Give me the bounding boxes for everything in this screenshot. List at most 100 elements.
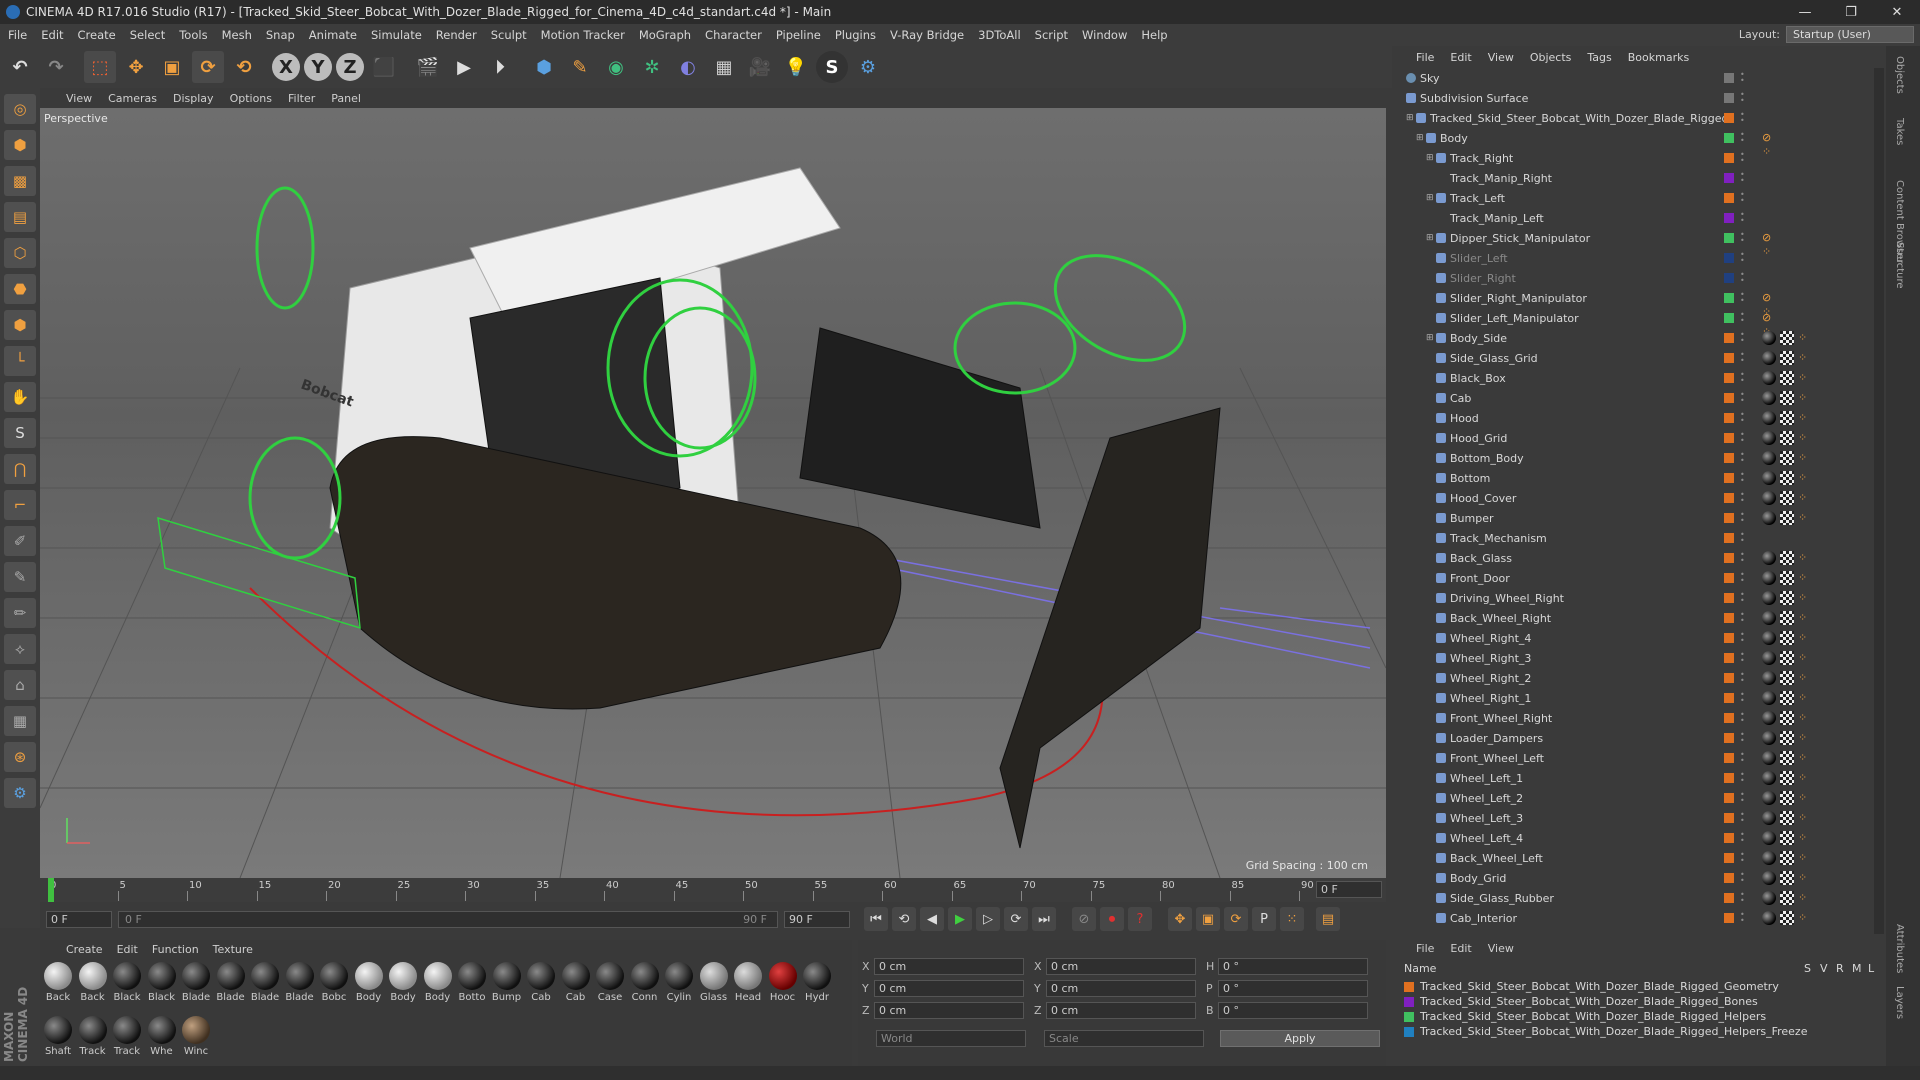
material-swatch[interactable]: Track: [77, 1016, 109, 1062]
viewport-menu-options[interactable]: Options: [230, 92, 272, 105]
layer-color-icon[interactable]: [1724, 573, 1734, 583]
material-tag-icon[interactable]: [1762, 851, 1776, 865]
selection-tag-icon[interactable]: ⁘: [1798, 811, 1812, 825]
visibility-dots-icon[interactable]: • •: [1740, 211, 1745, 225]
constraint-tag-icon[interactable]: ⊘ ⁘: [1762, 231, 1776, 258]
material-swatch[interactable]: Hooc: [767, 962, 799, 1008]
layer-color-icon[interactable]: [1724, 793, 1734, 803]
layer-color-icon[interactable]: [1724, 453, 1734, 463]
object-row[interactable]: Front_Wheel_Left • • ⁘: [1392, 748, 1886, 768]
texture-tag-icon[interactable]: [1780, 331, 1794, 345]
edges-mode-icon[interactable]: ⬣: [4, 274, 36, 304]
texture-tag-icon[interactable]: [1780, 791, 1794, 805]
material-tag-icon[interactable]: [1762, 891, 1776, 905]
coord-value-field[interactable]: 0 cm: [874, 980, 1024, 997]
texture-tag-icon[interactable]: [1780, 571, 1794, 585]
constraint-tag-icon[interactable]: ⊘ ⁘: [1762, 131, 1776, 158]
visibility-dots-icon[interactable]: • •: [1740, 711, 1745, 725]
object-row[interactable]: Bottom_Body • • ⁘: [1392, 448, 1886, 468]
menu-character[interactable]: Character: [705, 28, 762, 42]
layer-color-icon[interactable]: [1724, 233, 1734, 243]
visibility-dots-icon[interactable]: • •: [1740, 151, 1745, 165]
texture-tag-icon[interactable]: [1780, 491, 1794, 505]
redo-button[interactable]: ↷: [40, 51, 72, 83]
x-axis-button[interactable]: X: [272, 53, 300, 81]
material-swatch[interactable]: Blade: [180, 962, 212, 1008]
selection-tag-icon[interactable]: ⁘: [1798, 351, 1812, 365]
layer-color-icon[interactable]: [1724, 373, 1734, 383]
layer-color-icon[interactable]: [1724, 813, 1734, 823]
visibility-dots-icon[interactable]: • •: [1740, 691, 1745, 705]
selection-tag-icon[interactable]: ⁘: [1798, 411, 1812, 425]
layer-color-icon[interactable]: [1724, 193, 1734, 203]
timeline-ruler[interactable]: 051015202530354045505560657075808590 0 F: [40, 878, 1386, 902]
layer-color-icon[interactable]: [1724, 913, 1734, 923]
material-tag-icon[interactable]: [1762, 871, 1776, 885]
layer-row[interactable]: Tracked_Skid_Steer_Bobcat_With_Dozer_Bla…: [1404, 1010, 1766, 1023]
expand-icon[interactable]: ⊞: [1426, 193, 1436, 203]
menu-snap[interactable]: Snap: [266, 28, 295, 42]
coord-value-field[interactable]: 0 °: [1218, 958, 1368, 975]
go-to-end-button[interactable]: ⏭: [1032, 907, 1056, 931]
grid-icon[interactable]: ▦: [4, 706, 36, 736]
menu-animate[interactable]: Animate: [309, 28, 357, 42]
visibility-dots-icon[interactable]: • •: [1740, 811, 1745, 825]
object-row[interactable]: Sky • •: [1392, 68, 1886, 88]
material-swatch[interactable]: Winc: [180, 1016, 212, 1062]
coordinate-system-button[interactable]: ⬛: [368, 51, 400, 83]
material-tag-icon[interactable]: [1762, 571, 1776, 585]
texture-tag-icon[interactable]: [1780, 671, 1794, 685]
material-tag-icon[interactable]: [1762, 611, 1776, 625]
material-swatch[interactable]: Blade: [249, 962, 281, 1008]
object-row[interactable]: Side_Glass_Grid • • ⁘: [1392, 348, 1886, 368]
texture-tag-icon[interactable]: [1780, 551, 1794, 565]
layer-color-icon[interactable]: [1724, 833, 1734, 843]
visibility-dots-icon[interactable]: • •: [1740, 671, 1745, 685]
visibility-dots-icon[interactable]: • •: [1740, 231, 1745, 245]
layer-color-icon[interactable]: [1724, 553, 1734, 563]
workplane-icon[interactable]: ▤: [4, 202, 36, 232]
object-row[interactable]: Back_Wheel_Right • • ⁘: [1392, 608, 1886, 628]
material-swatch[interactable]: Black: [146, 962, 178, 1008]
texture-tag-icon[interactable]: [1780, 771, 1794, 785]
layer-color-icon[interactable]: [1724, 393, 1734, 403]
object-row[interactable]: Slider_Left • •: [1392, 248, 1886, 268]
menu-sculpt[interactable]: Sculpt: [491, 28, 527, 42]
layer-color-icon[interactable]: [1724, 633, 1734, 643]
material-swatch[interactable]: Track: [111, 1016, 143, 1062]
array-button[interactable]: ✲: [636, 51, 668, 83]
texture-tag-icon[interactable]: [1780, 371, 1794, 385]
coord-value-field[interactable]: 0 cm: [1046, 980, 1196, 997]
right-tab-takes[interactable]: Takes: [1894, 118, 1905, 145]
coord-value-field[interactable]: 0 cm: [1046, 1002, 1196, 1019]
subdivision-button[interactable]: ◉: [600, 51, 632, 83]
layer-color-icon[interactable]: [1724, 693, 1734, 703]
live-selection-button[interactable]: ⬚: [84, 51, 116, 83]
object-row[interactable]: Bumper • • ⁘: [1392, 508, 1886, 528]
texture-tag-icon[interactable]: [1780, 451, 1794, 465]
object-menu-bookmarks[interactable]: Bookmarks: [1628, 51, 1689, 64]
object-row[interactable]: Wheel_Left_1 • • ⁘: [1392, 768, 1886, 788]
layer-color-icon[interactable]: [1724, 213, 1734, 223]
material-swatch[interactable]: Shaft: [42, 1016, 74, 1062]
menu-edit[interactable]: Edit: [41, 28, 63, 42]
layer-color-icon[interactable]: [1724, 493, 1734, 503]
material-tag-icon[interactable]: [1762, 411, 1776, 425]
selection-tag-icon[interactable]: ⁘: [1798, 451, 1812, 465]
material-tag-icon[interactable]: [1762, 431, 1776, 445]
object-row[interactable]: Hood_Cover • • ⁘: [1392, 488, 1886, 508]
lock-icon[interactable]: ⌂: [4, 670, 36, 700]
object-row[interactable]: Wheel_Right_2 • • ⁘: [1392, 668, 1886, 688]
selection-tag-icon[interactable]: ⁘: [1798, 691, 1812, 705]
viewport-menu-view[interactable]: View: [66, 92, 92, 105]
layer-color-icon[interactable]: [1724, 713, 1734, 723]
layer-menu-edit[interactable]: Edit: [1450, 942, 1471, 955]
make-editable-icon[interactable]: ◎: [4, 94, 36, 124]
layer-color-icon[interactable]: [1724, 253, 1734, 263]
snap-icon[interactable]: S: [4, 418, 36, 448]
model-mode-icon[interactable]: ⬢: [4, 130, 36, 160]
object-row[interactable]: Loader_Dampers • • ⁘: [1392, 728, 1886, 748]
next-frame-button[interactable]: ▷: [976, 907, 1000, 931]
object-row[interactable]: Driving_Wheel_Right • • ⁘: [1392, 588, 1886, 608]
selection-tag-icon[interactable]: ⁘: [1798, 711, 1812, 725]
